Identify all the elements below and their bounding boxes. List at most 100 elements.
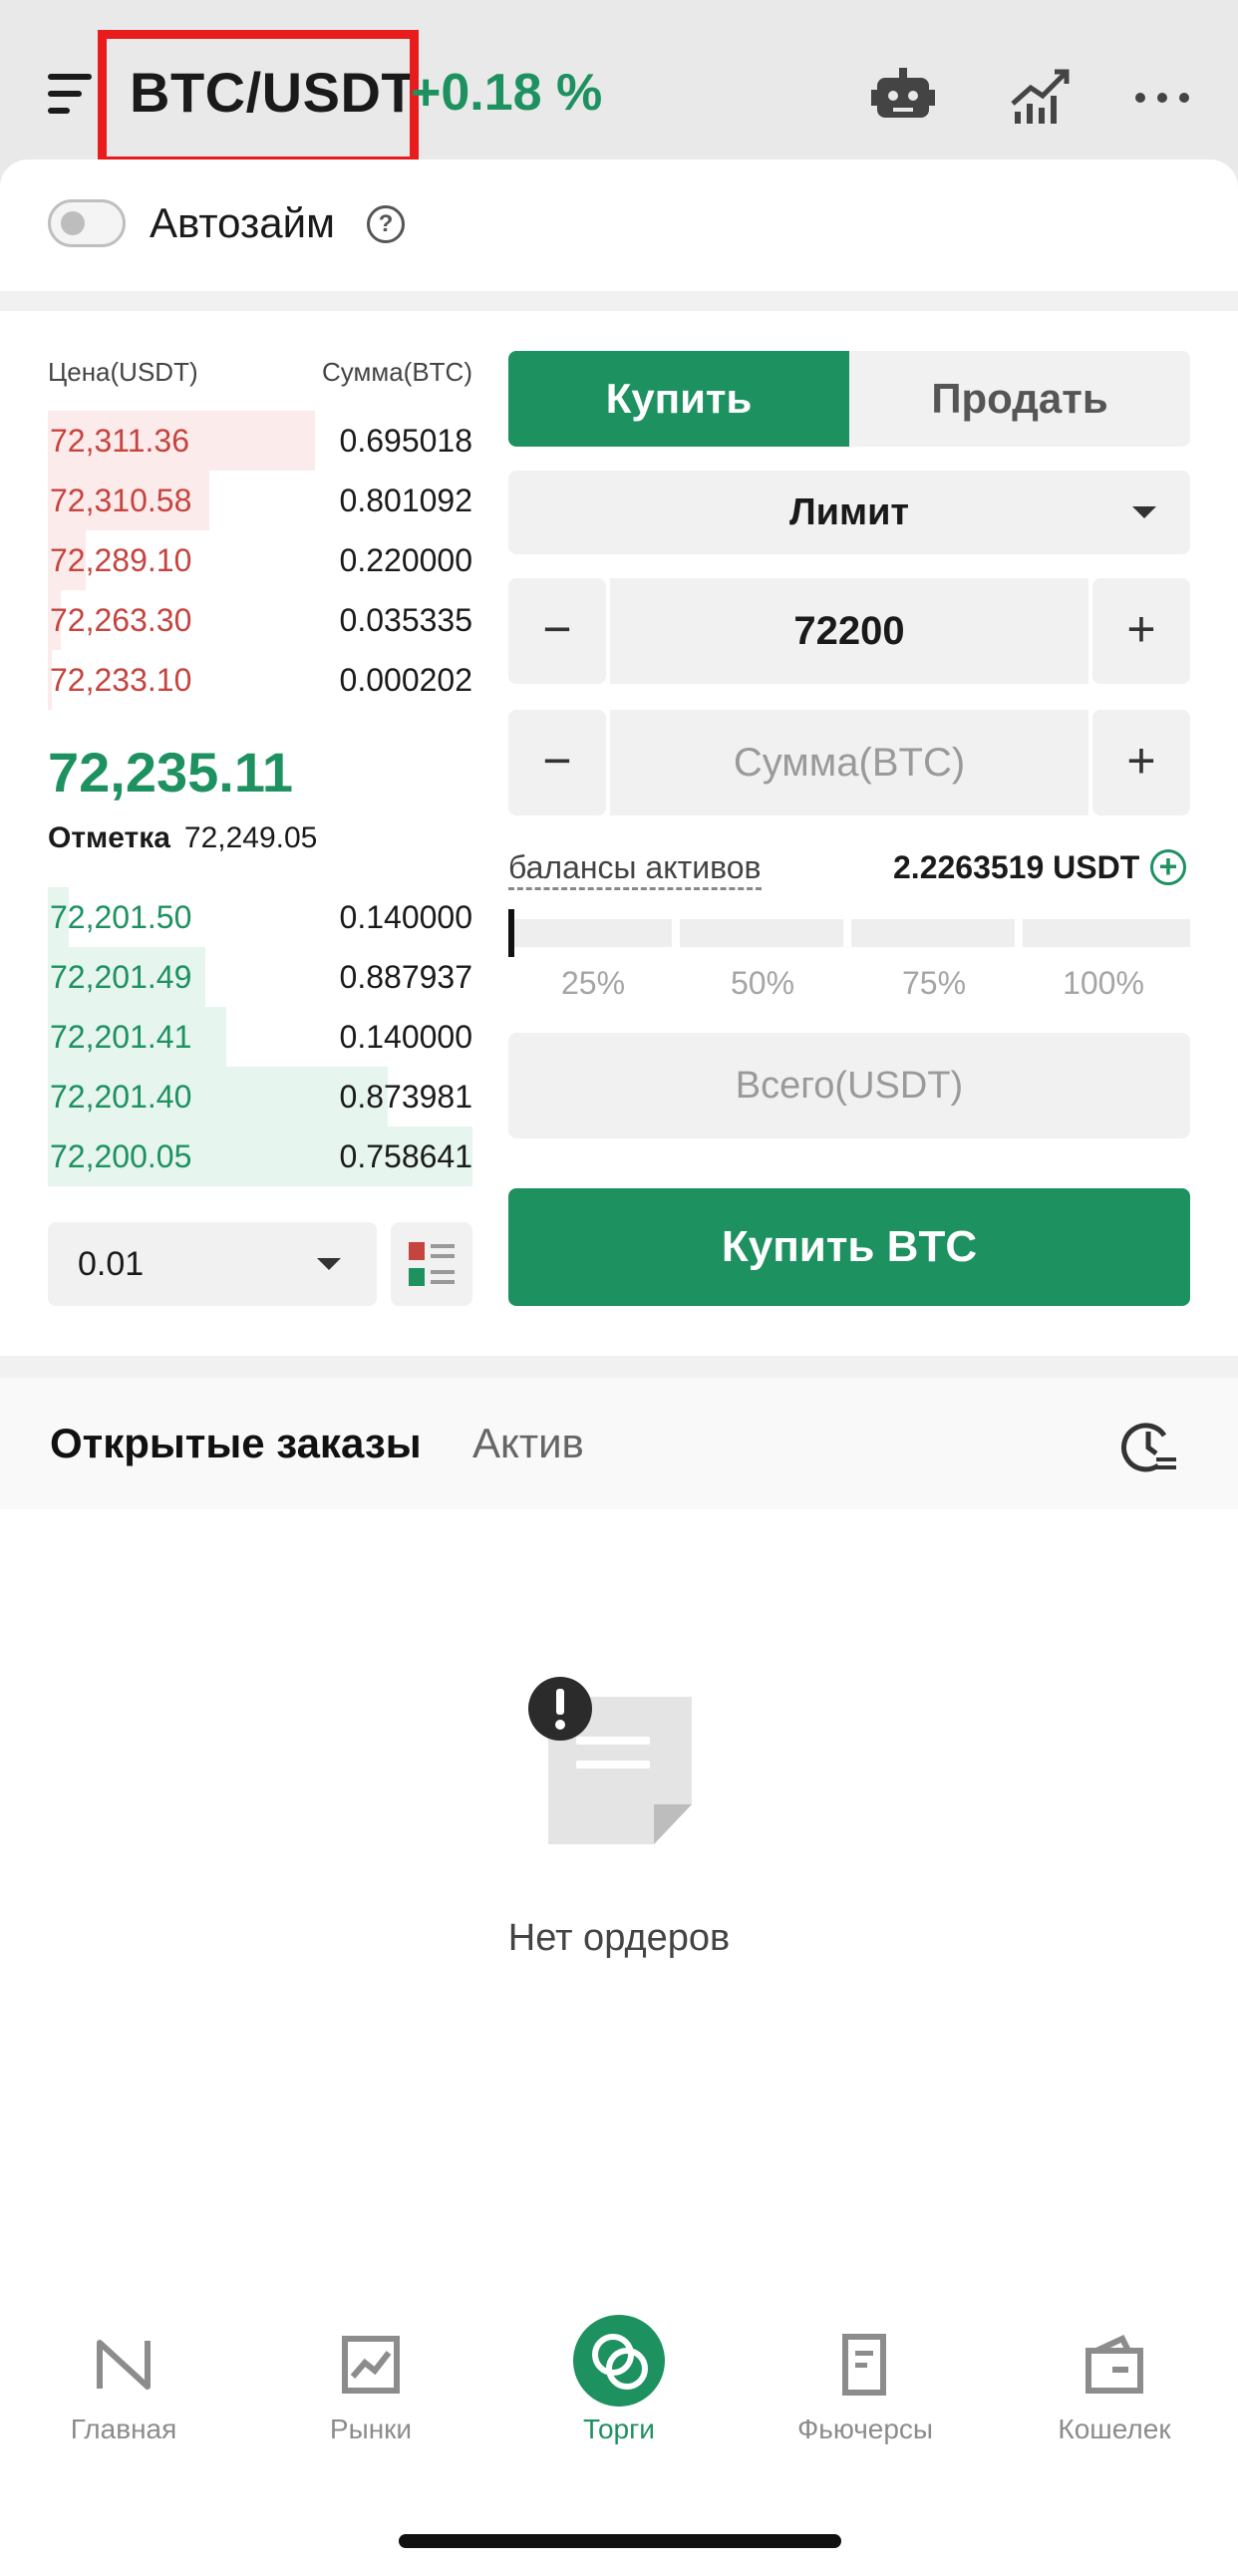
nav-item-futures[interactable]: Фьючерсы — [756, 2333, 975, 2446]
slider-segment — [851, 919, 1015, 947]
bid-price: 72,201.40 — [50, 1079, 192, 1115]
tab-sell[interactable]: Продать — [849, 351, 1190, 447]
ask-price: 72,311.36 — [50, 423, 189, 459]
price-input[interactable]: 72200 — [610, 578, 1088, 684]
ask-row[interactable]: 72,311.36 0.695018 — [48, 411, 472, 471]
depth-view-toggle[interactable] — [391, 1222, 472, 1306]
section-divider — [0, 1356, 1238, 1378]
price-increment-button[interactable]: + — [1092, 578, 1190, 684]
home-indicator — [399, 2534, 841, 2548]
bid-row[interactable]: 72,201.50 0.140000 — [48, 887, 472, 947]
mark-price-label: Отметка — [48, 821, 170, 854]
bid-row[interactable]: 72,201.41 0.140000 — [48, 1007, 472, 1067]
futures-doc-icon — [842, 2334, 886, 2396]
help-icon[interactable]: ? — [367, 205, 405, 243]
chart-trend-icon[interactable] — [1009, 66, 1073, 126]
tab-open-orders[interactable]: Открытые заказы — [50, 1418, 422, 1469]
chevron-down-icon — [1132, 506, 1156, 518]
markets-chart-icon — [342, 2336, 400, 2394]
wallet-icon — [1085, 2335, 1143, 2394]
ask-row[interactable]: 72,289.10 0.220000 — [48, 530, 472, 590]
amount-percent-slider[interactable] — [508, 909, 1190, 957]
bid-amount: 0.873981 — [339, 1079, 472, 1115]
percent-100[interactable]: 100% — [1029, 963, 1178, 1003]
orders-content — [0, 1509, 1238, 2267]
balance-label[interactable]: балансы активов — [508, 847, 762, 890]
amount-stepper: − Сумма(BTC) + — [508, 710, 1190, 815]
order-type-select[interactable]: Лимит — [508, 471, 1190, 554]
ask-amount: 0.801092 — [339, 483, 472, 518]
bid-row[interactable]: 72,201.40 0.873981 — [48, 1067, 472, 1127]
percent-25[interactable]: 25% — [518, 963, 668, 1003]
tab-assets[interactable]: Актив — [472, 1418, 584, 1469]
bid-row[interactable]: 72,201.49 0.887937 — [48, 947, 472, 1007]
highlight-annotation-box — [98, 30, 419, 165]
order-type-label: Лимит — [788, 491, 910, 533]
slider-thumb[interactable] — [508, 909, 514, 957]
mark-price-row: Отметка 72,249.05 — [48, 819, 317, 857]
bid-amount: 0.758641 — [339, 1138, 472, 1174]
more-icon[interactable] — [1132, 66, 1196, 126]
ask-row[interactable]: 72,263.30 0.035335 — [48, 590, 472, 650]
nav-item-wallet[interactable]: Кошелек — [1005, 2333, 1224, 2446]
percent-75[interactable]: 75% — [859, 963, 1009, 1003]
nav-item-markets[interactable]: Рынки — [261, 2333, 480, 2446]
percent-50[interactable]: 50% — [688, 963, 837, 1003]
total-input[interactable]: Всего(USDT) — [508, 1033, 1190, 1138]
precision-select[interactable]: 0.01 — [48, 1222, 377, 1306]
nav-label-trade: Торги — [583, 2414, 655, 2444]
ask-amount: 0.000202 — [339, 662, 472, 698]
nav-label-markets: Рынки — [329, 2414, 413, 2444]
ask-price: 72,289.10 — [50, 542, 192, 578]
slider-segment — [508, 919, 672, 947]
ask-row[interactable]: 72,233.10 0.000202 — [48, 650, 472, 710]
slider-segment — [1023, 919, 1190, 947]
last-price: 72,235.11 — [48, 741, 294, 804]
bid-amount: 0.140000 — [339, 1019, 472, 1055]
bid-price: 72,201.41 — [50, 1019, 192, 1055]
amount-decrement-button[interactable]: − — [508, 710, 606, 815]
autoloan-toggle[interactable] — [48, 199, 126, 247]
menu-icon[interactable] — [48, 72, 94, 116]
trade-icon — [573, 2315, 665, 2407]
home-n-icon — [97, 2340, 151, 2390]
amount-input[interactable]: Сумма(BTC) — [610, 710, 1088, 815]
nav-item-home[interactable]: Главная — [14, 2333, 233, 2446]
order-history-icon[interactable] — [1118, 1416, 1178, 1475]
price-change-percent: +0.18 % — [411, 64, 603, 122]
ask-price: 72,310.58 — [50, 483, 192, 518]
ask-price: 72,263.30 — [50, 602, 192, 638]
ask-amount: 0.035335 — [339, 602, 472, 638]
price-decrement-button[interactable]: − — [508, 578, 606, 684]
robot-icon[interactable] — [871, 66, 935, 126]
nav-item-trade[interactable]: Торги — [509, 2315, 729, 2446]
orderbook-price-header: Цена(USDT) — [48, 357, 198, 387]
nav-label-home: Главная — [70, 2414, 177, 2444]
orderbook-amount-header: Сумма(BTC) — [321, 357, 472, 387]
mark-price-value: 72,249.05 — [183, 821, 318, 854]
chevron-down-icon — [317, 1258, 341, 1270]
price-stepper: − 72200 + — [508, 578, 1190, 684]
bid-price: 72,200.05 — [50, 1138, 192, 1174]
precision-value: 0.01 — [78, 1245, 145, 1283]
ask-price: 72,233.10 — [50, 662, 192, 698]
bid-row[interactable]: 72,200.05 0.758641 — [48, 1127, 472, 1186]
nav-label-futures: Фьючерсы — [796, 2414, 934, 2444]
bid-amount: 0.140000 — [339, 899, 472, 935]
bid-price: 72,201.49 — [50, 959, 192, 995]
bid-amount: 0.887937 — [339, 959, 472, 995]
slider-segment — [680, 919, 843, 947]
nav-label-wallet: Кошелек — [1058, 2414, 1171, 2444]
autoloan-label: Автозайм — [150, 199, 336, 246]
amount-increment-button[interactable]: + — [1092, 710, 1190, 815]
ask-row[interactable]: 72,310.58 0.801092 — [48, 471, 472, 530]
tab-buy[interactable]: Купить — [508, 351, 849, 447]
empty-state-text: Нет ордеров — [507, 1917, 731, 1959]
section-divider — [0, 291, 1238, 311]
balance-value: 2.2263519 USDT — [893, 849, 1140, 885]
orderbook-layout-icon — [409, 1242, 455, 1286]
ask-amount: 0.695018 — [339, 423, 472, 459]
add-funds-icon[interactable]: + — [1150, 849, 1186, 885]
buy-btc-button[interactable]: Купить BTC — [508, 1188, 1190, 1306]
empty-document-icon — [528, 1677, 692, 1844]
